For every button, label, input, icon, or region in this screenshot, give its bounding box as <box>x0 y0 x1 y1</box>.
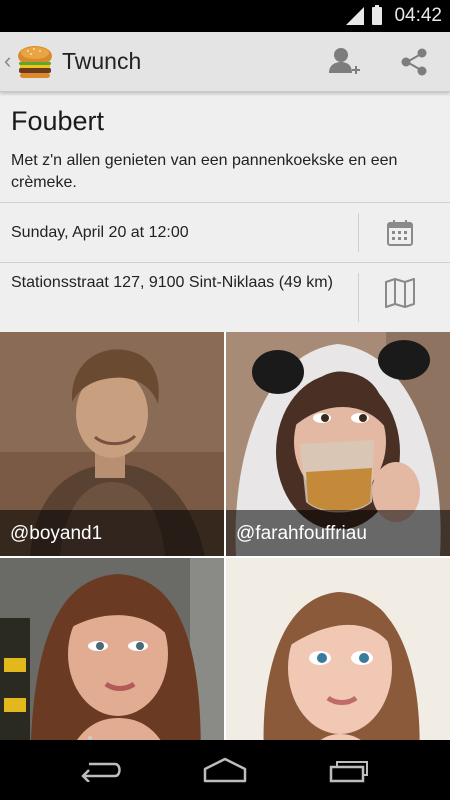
share-button[interactable] <box>392 42 436 82</box>
row-divider <box>358 213 359 252</box>
event-description: Met z'n allen genieten van een pannenkoe… <box>11 152 398 191</box>
status-icons: 04:42 <box>346 0 442 32</box>
event-title: Foubert <box>11 106 105 136</box>
back-icon <box>81 762 121 782</box>
add-to-calendar-button[interactable] <box>372 209 428 257</box>
attendee-handle: @boyand1 <box>0 510 224 556</box>
attendee-tile[interactable] <box>226 558 450 740</box>
map-icon <box>385 278 415 308</box>
event-date-row: Sunday, April 20 at 12:00 <box>0 202 450 262</box>
add-person-button[interactable] <box>322 42 366 82</box>
event-location: Stationsstraat 127, 9100 Sint-Niklaas (4… <box>11 274 333 291</box>
attendee-tile[interactable]: @farahfouffriau <box>226 332 450 556</box>
calendar-icon <box>387 220 413 246</box>
action-bar: ‹ Twunch <box>0 32 450 92</box>
attendee-tile[interactable] <box>0 558 224 740</box>
status-bar: 04:42 <box>0 0 450 32</box>
open-map-button[interactable] <box>372 269 428 317</box>
recent-apps-icon <box>329 761 368 783</box>
event-date: Sunday, April 20 at 12:00 <box>11 224 189 241</box>
attendee-handle: @farahfouffriau <box>226 510 450 556</box>
add-person-icon <box>329 48 360 74</box>
event-card: Foubert Met z'n allen genieten van een p… <box>0 92 450 332</box>
attendee-grid: @boyand1 @farahfouffriau <box>0 332 450 740</box>
attendee-photo <box>226 558 450 740</box>
event-location-row: Stationsstraat 127, 9100 Sint-Niklaas (4… <box>0 262 450 332</box>
attendee-photo <box>0 558 224 740</box>
burger-icon[interactable] <box>16 44 54 80</box>
nav-bar <box>0 740 450 800</box>
back-button[interactable] <box>66 748 136 792</box>
home-button[interactable] <box>190 748 260 792</box>
recent-apps-button[interactable] <box>316 748 386 792</box>
battery-icon <box>372 5 383 25</box>
attendee-tile[interactable]: @boyand1 <box>0 332 224 556</box>
row-divider <box>358 273 359 322</box>
app-title: Twunch <box>62 48 142 74</box>
share-icon <box>401 48 427 76</box>
up-caret-icon[interactable]: ‹ <box>4 50 11 72</box>
home-icon <box>203 757 247 783</box>
signal-icon <box>346 7 365 25</box>
status-clock: 04:42 <box>394 5 442 26</box>
